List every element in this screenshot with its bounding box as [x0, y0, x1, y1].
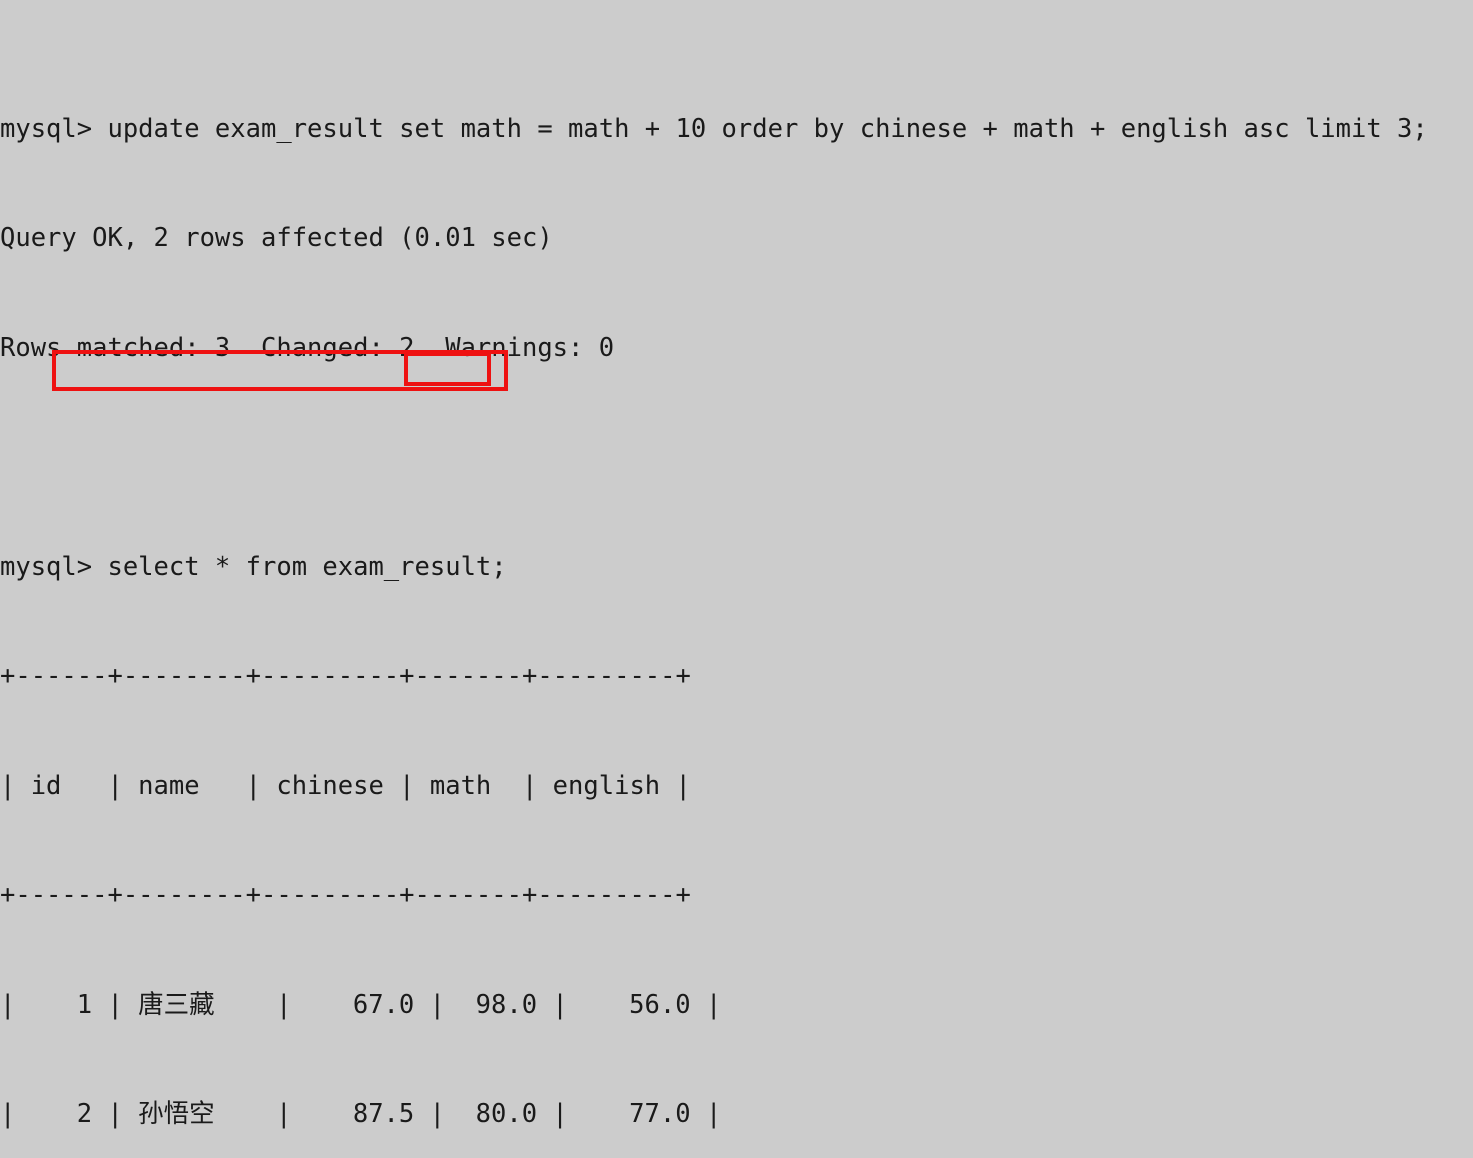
terminal-line-update-command: mysql> update exam_result set math = mat… — [0, 113, 1428, 144]
table-row: | 2 | 孙悟空 | 87.5 | 80.0 | 77.0 | — [0, 1099, 722, 1129]
table-header-row: | id | name | chinese | math | english | — [0, 770, 691, 801]
terminal-line-rows-matched: Rows matched: 3 Changed: 2 Warnings: 0 — [0, 332, 615, 363]
terminal-line-query-ok: Query OK, 2 rows affected (0.01 sec) — [0, 223, 553, 253]
terminal-output[interactable]: mysql> update exam_result set math = mat… — [0, 0, 1473, 1129]
terminal-line-blank-1 — [0, 439, 1473, 476]
table-border-top: +------+--------+---------+-------+-----… — [0, 661, 691, 691]
table-row: | 1 | 唐三藏 | 67.0 | 98.0 | 56.0 | — [0, 989, 722, 1020]
table-border-header: +------+--------+---------+-------+-----… — [0, 880, 691, 910]
terminal-line-select-command: mysql> select * from exam_result; — [0, 551, 507, 582]
